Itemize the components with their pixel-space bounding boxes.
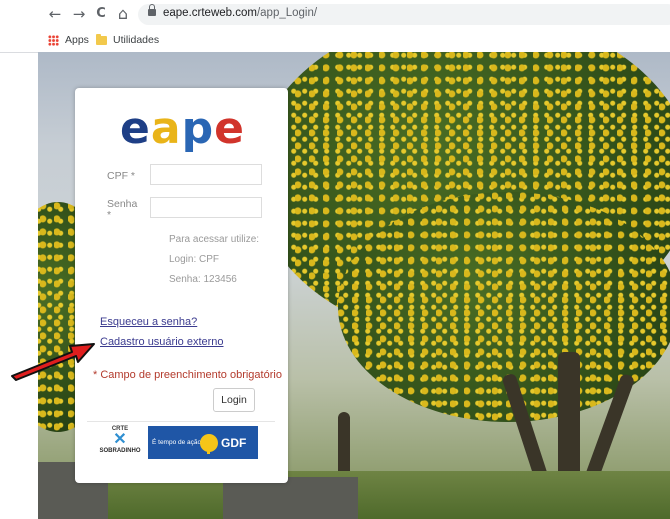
- logo-letter-e: e: [120, 103, 151, 154]
- senha-label: Senha: [107, 198, 138, 210]
- bookmark-apps[interactable]: Apps: [48, 34, 89, 46]
- red-arrow-icon: [11, 343, 95, 381]
- back-arrow-icon[interactable]: ←: [46, 5, 64, 23]
- access-hint-senha: Senha: 123456: [169, 274, 237, 285]
- lock-icon: [148, 4, 156, 16]
- logo-letter-p: p: [181, 103, 215, 154]
- crte-logo-bottom: SOBRADINHO: [99, 448, 141, 454]
- tree-trunk: [558, 352, 580, 482]
- crte-cross-icon: ✕: [113, 431, 127, 448]
- divider: [87, 421, 275, 422]
- bookmark-utilidades[interactable]: Utilidades: [96, 33, 160, 46]
- senha-required-mark: *: [107, 209, 112, 221]
- logo-letter-e2: e: [214, 103, 245, 154]
- eape-logo: eape: [95, 104, 270, 154]
- url-path: /app_Login/: [256, 7, 318, 19]
- home-icon[interactable]: ⌂: [114, 5, 132, 23]
- login-button[interactable]: Login: [213, 388, 255, 412]
- register-external-user-link[interactable]: Cadastro usuário externo: [100, 336, 224, 348]
- cpf-input[interactable]: [150, 164, 262, 185]
- forward-arrow-icon[interactable]: →: [70, 5, 88, 23]
- login-form: CPF * Senha * Para acessar utilize: Logi…: [95, 158, 267, 288]
- cpf-label: CPF *: [107, 170, 136, 182]
- access-hint-title: Para acessar utilize:: [169, 234, 260, 245]
- bookmark-utilidades-label: Utilidades: [113, 34, 160, 46]
- crte-sobradinho-logo: CRTE ✕ SOBRADINHO: [97, 426, 143, 462]
- url-text: eape.crteweb.com/app_Login/: [163, 7, 317, 19]
- gdf-logo: É tempo de ação. GDF: [148, 426, 258, 459]
- ipe-tree-icon: [200, 433, 218, 454]
- required-field-note: * Campo de preenchimento obrigatório: [93, 369, 282, 381]
- reload-icon[interactable]: C: [92, 5, 110, 23]
- url-host: eape.crteweb.com: [163, 7, 257, 19]
- senha-input[interactable]: [150, 197, 262, 218]
- bookmark-apps-label: Apps: [65, 34, 89, 46]
- address-bar[interactable]: eape.crteweb.com/app_Login/: [138, 4, 670, 25]
- login-card: eape CPF * Senha * Para acessar utilize:…: [75, 88, 288, 483]
- gdf-wordmark: GDF: [221, 435, 247, 450]
- access-hint-login: Login: CPF: [169, 254, 220, 265]
- bookmarks-bar: Apps Utilidades: [0, 30, 670, 53]
- forgot-password-link[interactable]: Esqueceu a senha?: [100, 316, 224, 328]
- wall-center: [223, 477, 358, 519]
- browser-toolbar: ← → C ⌂ eape.crteweb.com/app_Login/: [0, 0, 670, 30]
- apps-grid-icon: [48, 34, 59, 46]
- gdf-slogan: É tempo de ação.: [152, 439, 203, 446]
- folder-icon: [96, 33, 107, 45]
- login-links: Esqueceu a senha? Cadastro usuário exter…: [100, 316, 224, 356]
- logo-letter-a: a: [150, 103, 182, 154]
